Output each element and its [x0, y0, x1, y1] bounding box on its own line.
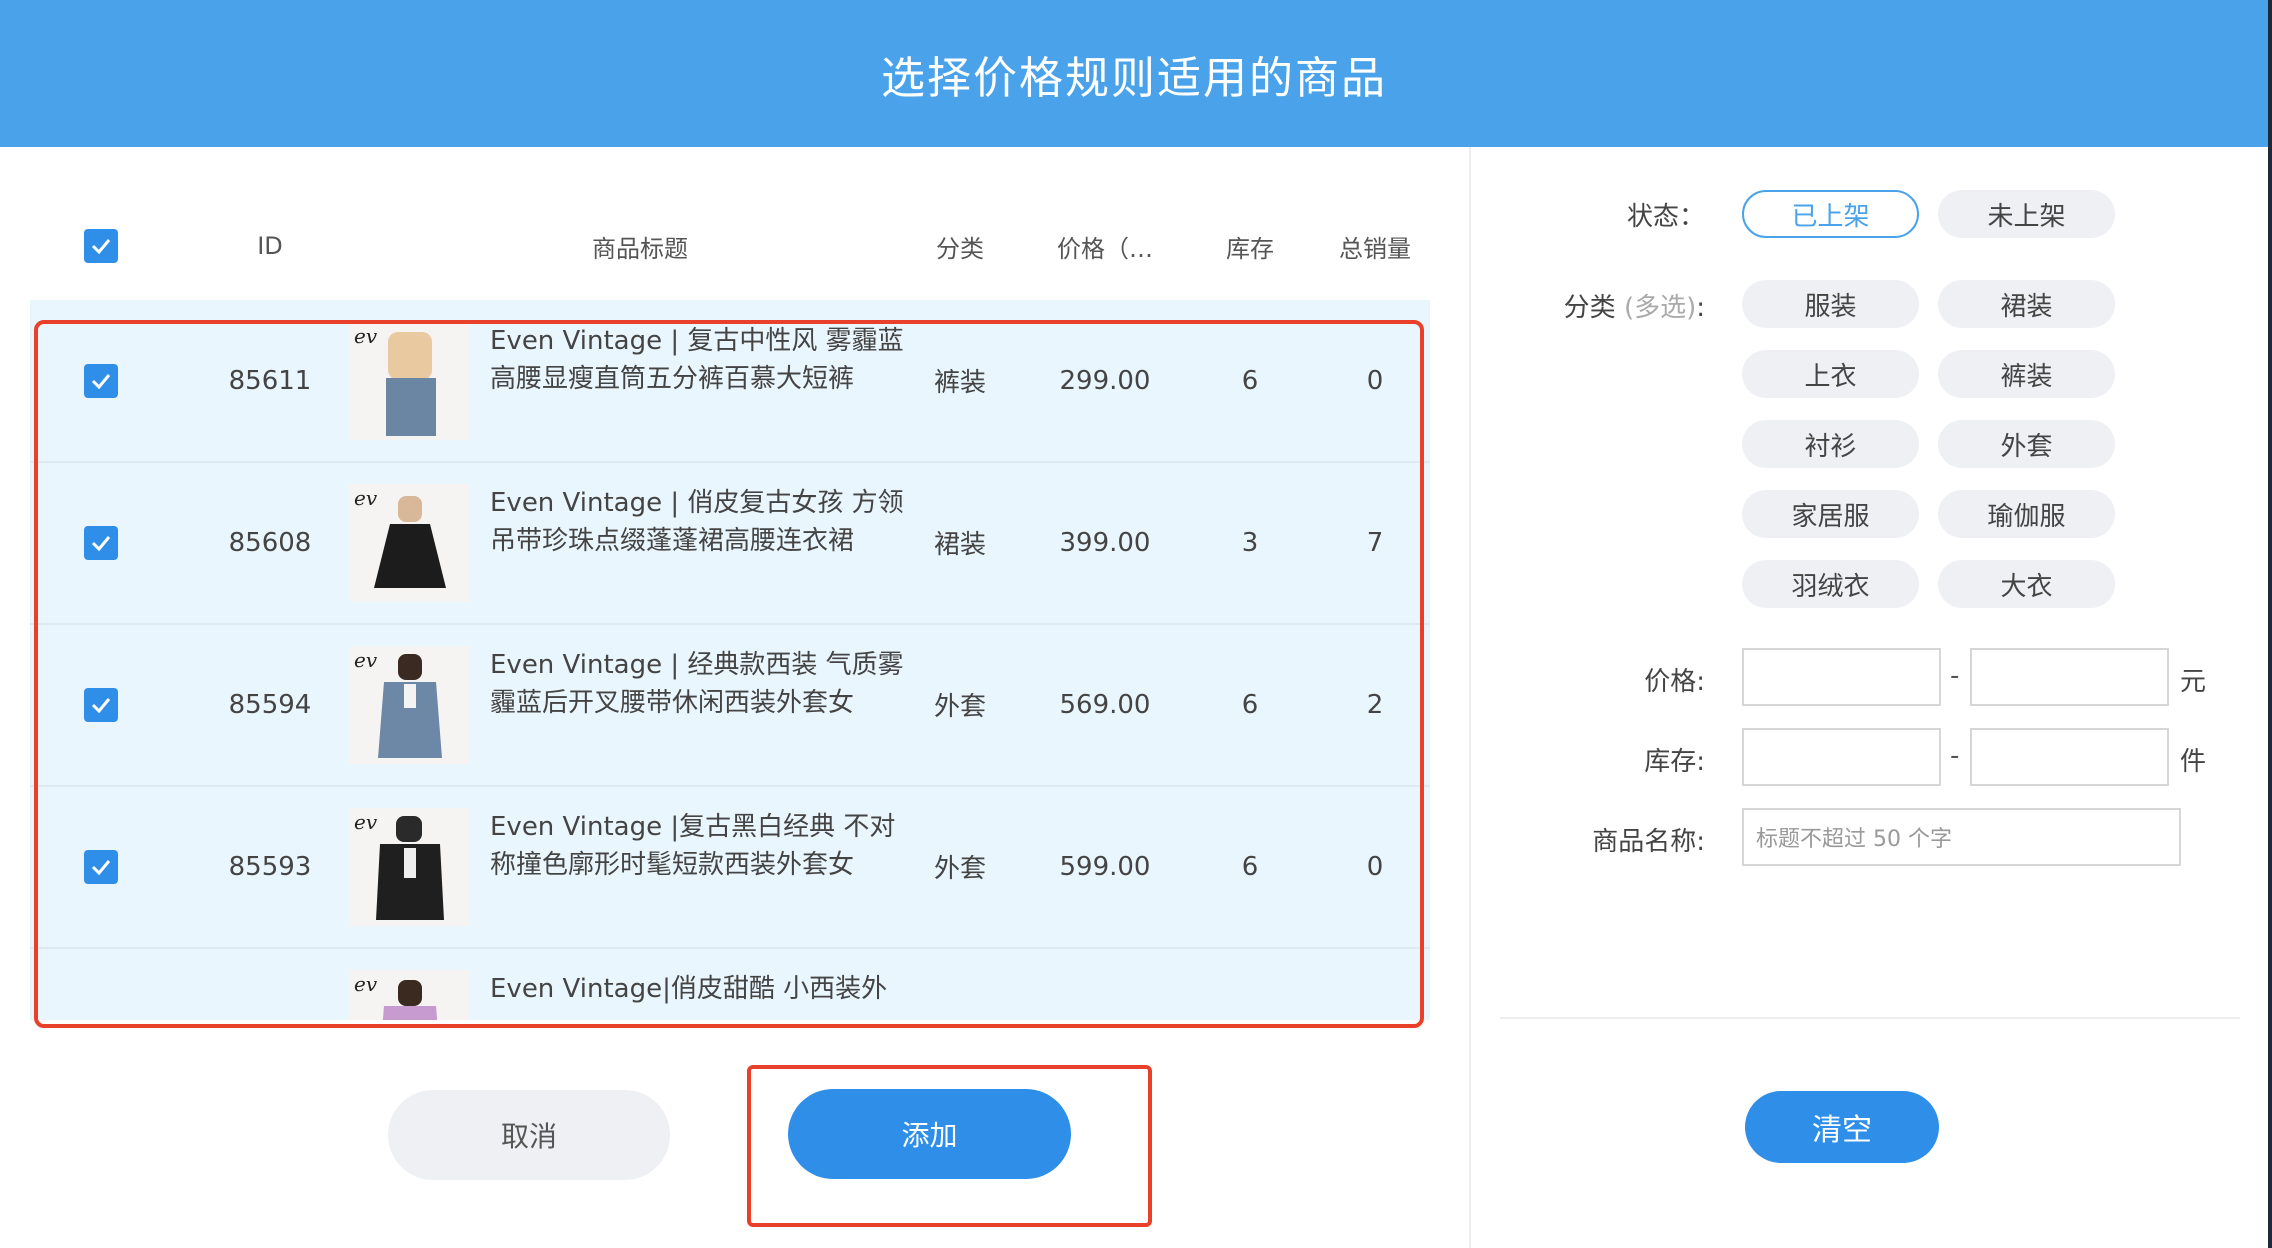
category-label: 分类 (多选): [1563, 293, 1705, 323]
category-option-loungewear[interactable]: 家居服 [1742, 490, 1919, 538]
price-max-input[interactable] [1970, 648, 2169, 706]
column-header-category: 分类 [936, 234, 984, 263]
table-header: ID 商品标题 分类 价格（… 库存 总销量 [30, 193, 1430, 299]
category-option-shirts[interactable]: 衬衫 [1742, 420, 1919, 468]
dialog-title: 选择价格规则适用的商品 [881, 52, 1387, 104]
column-header-sales: 总销量 [1339, 234, 1411, 263]
cancel-button[interactable]: 取消 [388, 1090, 670, 1180]
stock-max-input[interactable] [1970, 728, 2169, 786]
column-header-title: 商品标题 [592, 234, 688, 263]
stock-unit: 件 [2180, 747, 2207, 777]
column-header-price[interactable]: 价格（… [1030, 229, 1180, 264]
price-range-separator: - [1950, 661, 1960, 691]
stock-min-input[interactable] [1742, 728, 1941, 786]
category-option-tops[interactable]: 上衣 [1742, 350, 1919, 398]
category-option-coat[interactable]: 大衣 [1938, 560, 2115, 608]
product-name-input[interactable]: 标题不超过 50 个字 [1742, 808, 2181, 866]
price-label: 价格: [1644, 667, 1705, 697]
select-all-checkbox[interactable] [84, 229, 118, 263]
add-button-highlight-frame [747, 1065, 1152, 1227]
price-unit: 元 [2180, 667, 2207, 697]
stock-range-separator: - [1950, 741, 1960, 771]
product-name-label: 商品名称: [1592, 827, 1705, 857]
stock-label: 库存: [1644, 747, 1705, 777]
status-option-listed[interactable]: 已上架 [1742, 190, 1919, 238]
category-option-pants[interactable]: 裤装 [1938, 350, 2115, 398]
window-edge [2268, 0, 2272, 1248]
category-hint: (多选) [1623, 293, 1697, 323]
category-option-clothing[interactable]: 服装 [1742, 280, 1919, 328]
category-option-outerwear[interactable]: 外套 [1938, 420, 2115, 468]
filter-divider [1500, 1017, 2240, 1019]
column-header-id: ID [257, 232, 283, 260]
price-min-input[interactable] [1742, 648, 1941, 706]
column-header-stock: 库存 [1226, 234, 1274, 263]
category-option-down-jacket[interactable]: 羽绒衣 [1742, 560, 1919, 608]
status-option-unlisted[interactable]: 未上架 [1938, 190, 2115, 238]
table-highlight-frame [34, 320, 1424, 1028]
status-label: 状态： [1626, 202, 1705, 232]
clear-button[interactable]: 清空 [1745, 1091, 1939, 1163]
category-option-skirts[interactable]: 裙装 [1938, 280, 2115, 328]
category-option-yoga[interactable]: 瑜伽服 [1938, 490, 2115, 538]
dialog-header: 选择价格规则适用的商品 [0, 0, 2268, 147]
